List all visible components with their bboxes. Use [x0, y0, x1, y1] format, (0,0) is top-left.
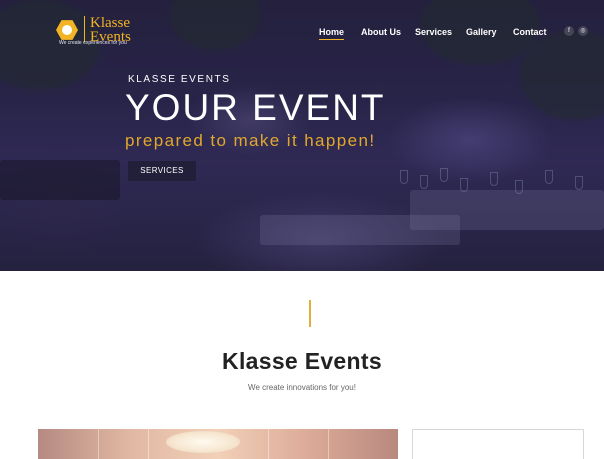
hero-kicker: KLASSE EVENTS	[128, 74, 231, 85]
section-subtitle: We create innovations for you!	[248, 383, 356, 392]
services-button[interactable]: SERVICES	[128, 161, 196, 181]
section-title: Klasse Events	[222, 348, 382, 374]
hero-headline: YOUR EVENT	[125, 87, 386, 128]
nav-services[interactable]: Services	[415, 27, 452, 37]
brand-tagline: We create experiences for you	[59, 40, 127, 46]
nav-about-us[interactable]: About Us	[361, 27, 401, 37]
nav-gallery[interactable]: Gallery	[466, 27, 497, 37]
section-divider	[309, 300, 311, 327]
instagram-icon[interactable]: ◎	[578, 26, 588, 36]
hexagon-logo-icon	[56, 20, 78, 40]
facebook-icon[interactable]: f	[564, 26, 574, 36]
hero-banner: Klasse Events We create experiences for …	[0, 0, 604, 271]
info-card	[412, 429, 584, 459]
hero-subline: prepared to make it happen!	[125, 131, 376, 150]
nav-home[interactable]: Home	[319, 27, 344, 37]
nav-active-indicator	[319, 39, 344, 40]
chandelier-image	[166, 431, 240, 453]
event-photo	[38, 429, 398, 459]
nav-contact[interactable]: Contact	[513, 27, 547, 37]
